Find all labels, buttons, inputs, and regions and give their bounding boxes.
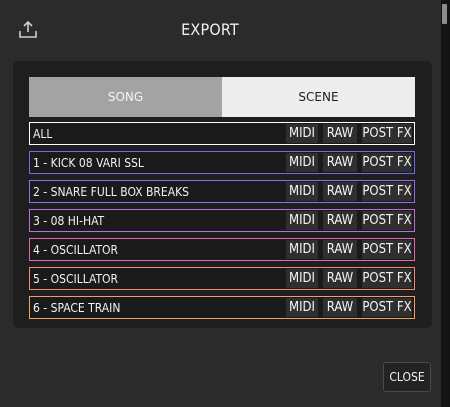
track-name: 1 - KICK 08 VARI SSL — [33, 155, 144, 170]
track-row[interactable]: 4 - OSCILLATOR MIDI RAW POST FX — [29, 238, 415, 261]
track-row[interactable]: 6 - SPACE TRAIN MIDI RAW POST FX — [29, 296, 415, 319]
post-fx-option[interactable]: POST FX — [362, 240, 412, 259]
track-row-all[interactable]: ALL MIDI RAW POST FX — [29, 122, 415, 145]
raw-option[interactable]: RAW — [323, 124, 357, 143]
midi-option[interactable]: MIDI — [286, 124, 318, 143]
track-list: ALL MIDI RAW POST FX 1 - KICK 08 VARI SS… — [29, 122, 415, 325]
post-fx-option[interactable]: POST FX — [362, 211, 412, 230]
post-fx-option[interactable]: POST FX — [362, 182, 412, 201]
midi-option[interactable]: MIDI — [286, 269, 318, 288]
track-name: 2 - SNARE FULL BOX BREAKS — [33, 184, 190, 199]
track-name: ALL — [33, 126, 53, 141]
post-fx-option[interactable]: POST FX — [362, 124, 412, 143]
raw-option[interactable]: RAW — [323, 269, 357, 288]
raw-option[interactable]: RAW — [323, 153, 357, 172]
track-row[interactable]: 3 - 08 HI-HAT MIDI RAW POST FX — [29, 209, 415, 232]
export-panel: SONG SCENE ALL MIDI RAW POST FX 1 - KICK… — [13, 61, 432, 328]
track-name: 5 - OSCILLATOR — [33, 271, 119, 286]
scroll-marker — [442, 4, 447, 24]
track-name: 4 - OSCILLATOR — [33, 242, 119, 257]
close-button[interactable]: CLOSE — [383, 362, 431, 392]
post-fx-option[interactable]: POST FX — [362, 269, 412, 288]
tab-scene[interactable]: SCENE — [222, 77, 415, 117]
export-dialog: EXPORT SONG SCENE ALL MIDI RAW POST FX 1… — [0, 0, 450, 407]
dialog-title: EXPORT — [181, 20, 239, 39]
post-fx-option[interactable]: POST FX — [362, 298, 412, 317]
track-row[interactable]: 2 - SNARE FULL BOX BREAKS MIDI RAW POST … — [29, 180, 415, 203]
midi-option[interactable]: MIDI — [286, 298, 318, 317]
midi-option[interactable]: MIDI — [286, 211, 318, 230]
track-name: 3 - 08 HI-HAT — [33, 213, 105, 228]
midi-option[interactable]: MIDI — [286, 240, 318, 259]
midi-option[interactable]: MIDI — [286, 182, 318, 201]
raw-option[interactable]: RAW — [323, 298, 357, 317]
right-edge-strip — [441, 0, 450, 407]
raw-option[interactable]: RAW — [323, 211, 357, 230]
track-name: 6 - SPACE TRAIN — [33, 300, 121, 315]
post-fx-option[interactable]: POST FX — [362, 153, 412, 172]
tab-song[interactable]: SONG — [29, 77, 222, 117]
midi-option[interactable]: MIDI — [286, 153, 318, 172]
raw-option[interactable]: RAW — [323, 182, 357, 201]
raw-option[interactable]: RAW — [323, 240, 357, 259]
track-row[interactable]: 5 - OSCILLATOR MIDI RAW POST FX — [29, 267, 415, 290]
track-row[interactable]: 1 - KICK 08 VARI SSL MIDI RAW POST FX — [29, 151, 415, 174]
export-scope-tabs: SONG SCENE — [29, 77, 415, 117]
